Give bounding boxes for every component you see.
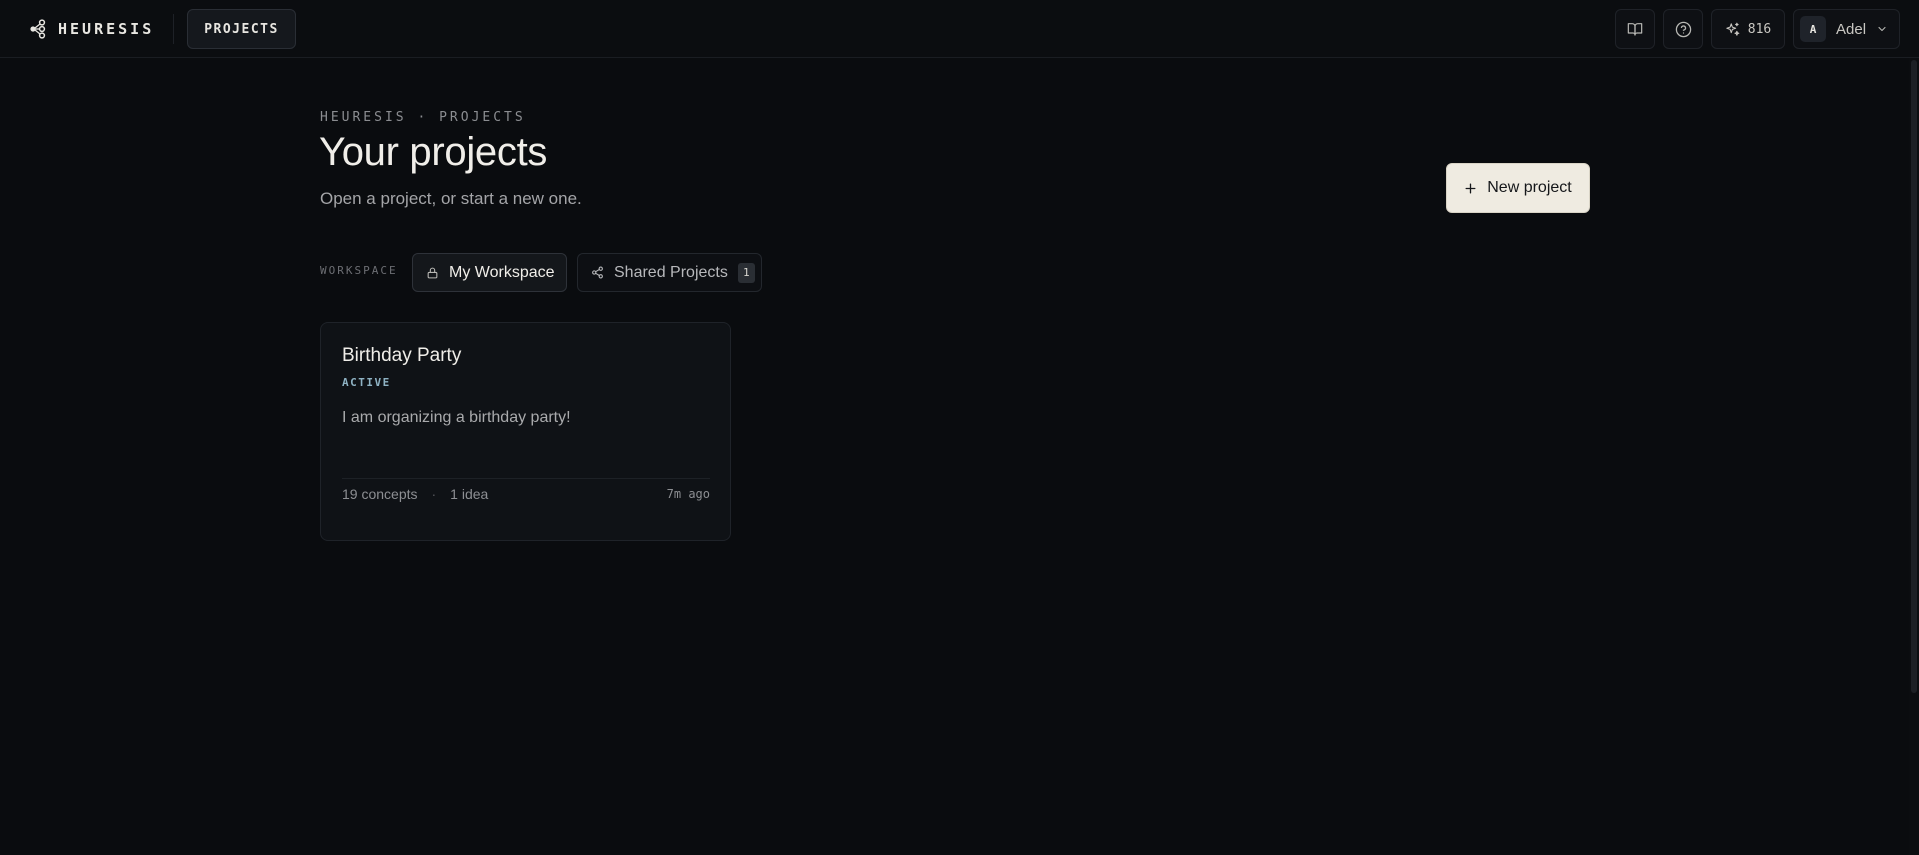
user-name: Adel	[1836, 20, 1867, 38]
project-title: Birthday Party	[342, 345, 462, 366]
sparkles-icon	[1726, 22, 1740, 36]
share-icon	[592, 266, 603, 279]
divider	[342, 478, 710, 479]
credits-button[interactable]: 816	[1711, 9, 1785, 49]
top-bar: HEURESIS PROJECTS 816 A Adel	[0, 0, 1919, 58]
divider	[173, 14, 174, 44]
help-button[interactable]	[1663, 9, 1703, 49]
docs-button[interactable]	[1615, 9, 1655, 49]
page-subtitle: Open a project, or start a new one.	[320, 189, 582, 208]
page-title: Your projects	[319, 130, 548, 174]
brand-name: HEURESIS	[58, 20, 155, 38]
credits-count: 816	[1747, 21, 1772, 37]
lock-icon	[427, 267, 438, 278]
nodes-logo-icon	[30, 19, 46, 39]
updated-time: 7m ago	[666, 487, 710, 501]
status-badge: ACTIVE	[342, 376, 391, 389]
chevron-down-icon	[1878, 26, 1886, 32]
user-menu-button[interactable]: A Adel	[1793, 9, 1900, 49]
project-description: I am organizing a birthday party!	[342, 409, 571, 426]
ideas-count: 1 idea	[450, 486, 489, 502]
tab-shared-projects[interactable]: Shared Projects 1	[577, 253, 762, 292]
breadcrumb: HEURESIS · PROJECTS	[320, 110, 526, 125]
concepts-count: 19 concepts	[342, 486, 418, 502]
tab-my-workspace[interactable]: My Workspace	[412, 253, 567, 292]
tab-my-workspace-label: My Workspace	[449, 263, 555, 281]
shared-count-badge: 1	[737, 262, 755, 283]
brand-logo[interactable]: HEURESIS	[30, 17, 154, 41]
help-circle-icon	[1675, 21, 1691, 37]
project-card[interactable]: Birthday Party ACTIVE I am organizing a …	[320, 322, 731, 541]
separator-dot: ·	[431, 486, 437, 502]
avatar: A	[1800, 16, 1826, 42]
scrollbar-thumb[interactable]	[1911, 60, 1917, 693]
nav-projects-tab[interactable]: PROJECTS	[187, 9, 296, 49]
plus-icon	[1465, 183, 1476, 193]
book-open-icon	[1627, 23, 1643, 36]
new-project-button[interactable]: New project	[1446, 163, 1590, 213]
new-project-label: New project	[1487, 179, 1572, 196]
tab-shared-projects-label: Shared Projects	[614, 263, 728, 281]
workspace-label: WORKSPACE	[320, 264, 398, 277]
project-meta: 19 concepts · 1 idea	[342, 486, 488, 502]
